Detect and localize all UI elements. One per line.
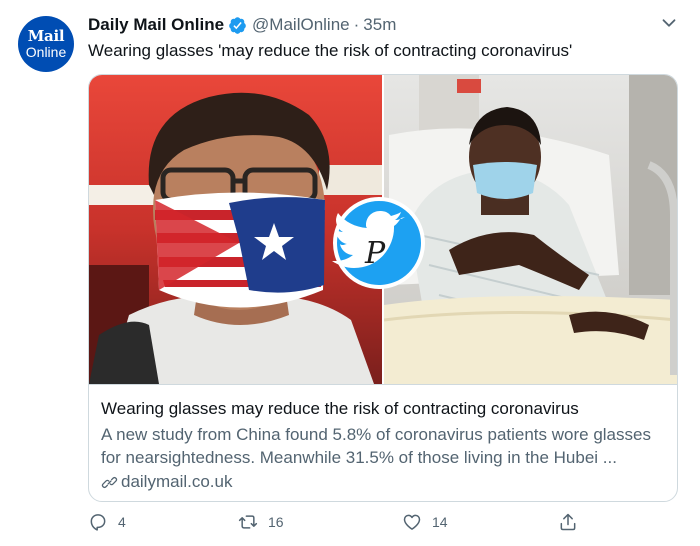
verified-badge-icon	[228, 16, 247, 35]
card-title: Wearing glasses may reduce the risk of c…	[101, 399, 579, 418]
retweet-icon	[238, 515, 258, 529]
action-bar: 4 16 14	[88, 512, 676, 536]
link-card[interactable]: P Wearing glasses may reduce the risk of…	[88, 74, 678, 502]
card-description: A new study from China found 5.8% of cor…	[101, 425, 651, 467]
timestamp[interactable]: 35m	[363, 15, 396, 35]
avatar[interactable]: Mail Online	[18, 16, 74, 72]
photo-right	[384, 75, 677, 384]
tweet[interactable]: Mail Online Daily Mail Online @MailOnlin…	[0, 0, 700, 546]
reply-count: 4	[118, 514, 126, 530]
like-icon	[403, 514, 421, 530]
reply-button[interactable]: 4	[88, 512, 126, 532]
avatar-logo-line1: Mail	[27, 27, 65, 45]
watermark-letter: P	[364, 236, 386, 271]
share-button[interactable]	[558, 512, 578, 532]
share-icon	[560, 513, 576, 531]
link-icon	[101, 476, 118, 488]
card-domain-text[interactable]: dailymail.co.uk	[121, 472, 233, 492]
card-image[interactable]: P	[89, 75, 677, 384]
retweet-count: 16	[268, 514, 284, 530]
separator-dot: ·	[353, 15, 360, 34]
tweet-header: Daily Mail Online @MailOnline · 35m	[88, 14, 396, 36]
display-name[interactable]: Daily Mail Online	[88, 15, 224, 35]
like-count: 14	[432, 514, 448, 530]
reply-icon	[90, 514, 106, 531]
handle[interactable]: @MailOnline	[252, 15, 350, 35]
like-button[interactable]: 14	[402, 512, 448, 532]
watermark-badge: P	[332, 197, 425, 289]
retweet-button[interactable]: 16	[238, 512, 284, 532]
chevron-down-icon[interactable]	[658, 12, 680, 34]
card-info[interactable]: Wearing glasses may reduce the risk of c…	[89, 384, 677, 501]
card-domain: dailymail.co.uk	[101, 472, 233, 492]
tweet-text: Wearing glasses 'may reduce the risk of …	[88, 41, 573, 60]
avatar-logo-line2: Online	[25, 44, 67, 60]
